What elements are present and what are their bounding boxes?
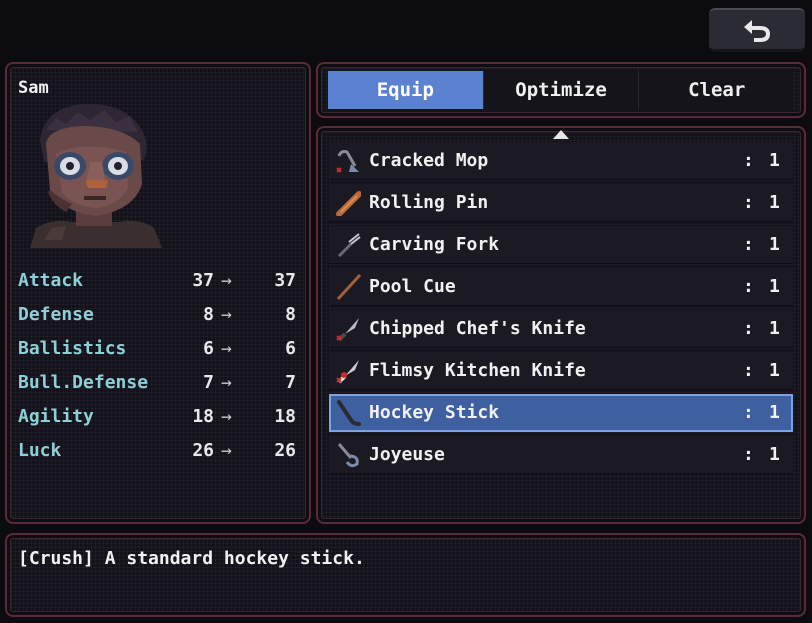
item-colon: :	[743, 444, 754, 465]
item-quantity: 1	[769, 276, 780, 297]
item-quantity: 1	[769, 150, 780, 171]
tab-optimize[interactable]: Optimize	[482, 71, 639, 109]
stat-current-value: 8	[203, 304, 214, 325]
back-button[interactable]	[709, 8, 805, 52]
item-name: Hockey Stick	[369, 402, 500, 423]
stat-label: Attack	[18, 270, 84, 291]
bloody-knife-icon	[336, 360, 359, 384]
item-colon: :	[743, 192, 754, 213]
item-name: Chipped Chef's Knife	[369, 318, 586, 339]
stat-label: Defense	[18, 304, 94, 325]
item-name: Flimsy Kitchen Knife	[369, 360, 586, 381]
item-colon: :	[743, 150, 754, 171]
item-row-chipped-chefs-knife[interactable]: Chipped Chef's Knife : 1	[329, 310, 793, 348]
stat-label: Ballistics	[18, 338, 127, 359]
stat-arrow: →	[221, 338, 232, 359]
stat-row-defense: Defense 8 → 8	[18, 304, 298, 330]
scroll-up-arrow-icon[interactable]	[553, 130, 569, 139]
item-row-pool-cue[interactable]: Pool Cue : 1	[329, 268, 793, 306]
item-colon: :	[743, 318, 754, 339]
item-quantity: 1	[769, 192, 780, 213]
stat-row-luck: Luck 26 → 26	[18, 440, 298, 466]
stat-row-agility: Agility 18 → 18	[18, 406, 298, 432]
item-name: Pool Cue	[369, 276, 456, 297]
item-quantity: 1	[769, 402, 780, 423]
item-quantity: 1	[769, 360, 780, 381]
character-portrait	[30, 103, 162, 248]
stat-arrow: →	[221, 270, 232, 291]
item-row-rolling-pin[interactable]: Rolling Pin : 1	[329, 184, 793, 222]
item-colon: :	[743, 234, 754, 255]
item-description: [Crush] A standard hockey stick.	[18, 548, 365, 569]
stat-current-value: 37	[192, 270, 214, 291]
item-name: Joyeuse	[369, 444, 445, 465]
stat-current-value: 18	[192, 406, 214, 427]
tab-equip[interactable]: Equip	[328, 71, 483, 109]
tab-bar: Equip Optimize Clear	[328, 71, 795, 109]
stat-new-value: 8	[285, 304, 296, 325]
item-row-carving-fork[interactable]: Carving Fork : 1	[329, 226, 793, 264]
stat-new-value: 26	[274, 440, 296, 461]
hockey-stick-icon	[337, 400, 361, 426]
item-quantity: 1	[769, 318, 780, 339]
return-arrow-icon	[744, 19, 770, 42]
item-name: Cracked Mop	[369, 150, 489, 171]
stat-label: Luck	[18, 440, 62, 461]
stat-label: Agility	[18, 406, 94, 427]
fork-icon	[337, 233, 361, 258]
stat-new-value: 18	[274, 406, 296, 427]
stat-row-ballistics: Ballistics 6 → 6	[18, 338, 298, 364]
tab-clear[interactable]: Clear	[638, 71, 795, 109]
item-name: Rolling Pin	[369, 192, 489, 213]
mop-icon	[336, 150, 359, 173]
item-colon: :	[743, 276, 754, 297]
stat-row-attack: Attack 37 → 37	[18, 270, 298, 296]
item-name: Carving Fork	[369, 234, 500, 255]
hook-icon	[337, 443, 359, 468]
description-panel	[5, 533, 806, 617]
item-row-joyeuse[interactable]: Joyeuse : 1	[329, 436, 793, 474]
stat-label: Bull.Defense	[18, 372, 149, 393]
stat-current-value: 6	[203, 338, 214, 359]
knife-icon	[336, 318, 359, 342]
stat-arrow: →	[221, 372, 232, 393]
stat-new-value: 37	[274, 270, 296, 291]
item-row-cracked-mop[interactable]: Cracked Mop : 1	[329, 142, 793, 180]
stat-current-value: 7	[203, 372, 214, 393]
item-quantity: 1	[769, 234, 780, 255]
item-row-flimsy-kitchen-knife[interactable]: Flimsy Kitchen Knife : 1	[329, 352, 793, 390]
item-colon: :	[743, 360, 754, 381]
item-colon: :	[743, 402, 754, 423]
stat-arrow: →	[221, 440, 232, 461]
rolling-pin-icon	[336, 191, 361, 216]
stat-new-value: 7	[285, 372, 296, 393]
stat-row-bull-defense: Bull.Defense 7 → 7	[18, 372, 298, 398]
stat-arrow: →	[221, 304, 232, 325]
item-quantity: 1	[769, 444, 780, 465]
character-name: Sam	[18, 78, 49, 98]
stat-current-value: 26	[192, 440, 214, 461]
stat-arrow: →	[221, 406, 232, 427]
item-row-hockey-stick[interactable]: Hockey Stick : 1	[329, 394, 793, 432]
stat-new-value: 6	[285, 338, 296, 359]
pool-cue-icon	[336, 274, 361, 300]
